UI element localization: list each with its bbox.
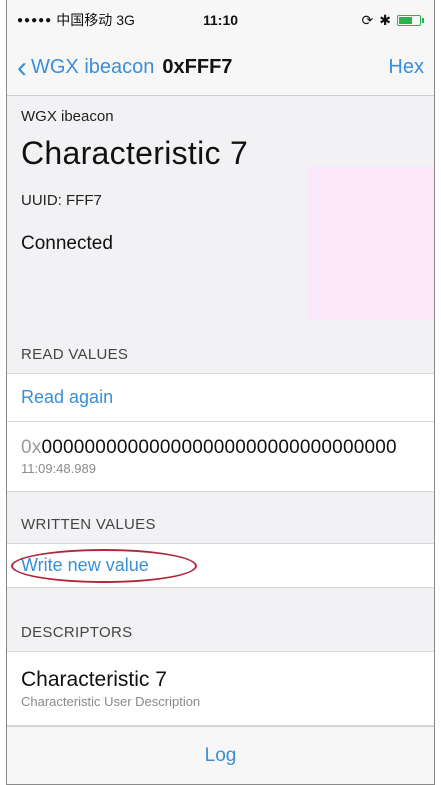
descriptor-row[interactable]: Characteristic 7 Characteristic User Des…: [7, 652, 434, 726]
annotation-circle: [11, 549, 197, 583]
log-button[interactable]: Log: [205, 745, 237, 767]
battery-icon: [397, 14, 421, 26]
section-descriptors: DESCRIPTORS: [7, 606, 434, 652]
back-button[interactable]: ‹ WGX ibeacon: [17, 50, 155, 84]
status-time: 11:10: [202, 12, 239, 28]
app-frame: ●●●●● 中国移动 3G 11:10 ⟳ ✱ ‹ WGX ibeacon 0x…: [6, 0, 435, 785]
hex-prefix: 0x: [21, 437, 42, 458]
section-read-values: READ VALUES: [7, 322, 434, 374]
bluetooth-icon: ✱: [379, 11, 391, 28]
status-icons: ⟳ ✱: [362, 12, 424, 29]
section-gap: [7, 588, 434, 606]
status-bar: ●●●●● 中国移动 3G 11:10 ⟳ ✱: [7, 0, 434, 40]
write-new-value-row[interactable]: Write new value: [7, 544, 434, 588]
hex-digits: 000000000000000000000000000000000: [41, 437, 397, 458]
hex-button[interactable]: Hex: [388, 56, 424, 79]
carrier-name: 中国移动: [56, 12, 113, 28]
characteristic-header: WGX ibeacon Characteristic 7 UUID: FFF7 …: [7, 96, 434, 322]
section-written-values: WRITTEN VALUES: [7, 510, 434, 544]
navigation-bar: ‹ WGX ibeacon 0xFFF7 Hex: [7, 40, 434, 96]
read-again-row[interactable]: Read again: [7, 374, 434, 422]
carrier-info: ●●●●● 中国移动 3G: [17, 10, 135, 30]
battery-tip: [422, 17, 424, 23]
network-type: 3G: [116, 12, 135, 28]
back-label: WGX ibeacon: [31, 56, 155, 78]
section-gap: [7, 492, 434, 510]
chevron-left-icon: ‹: [17, 50, 27, 84]
rotation-lock-icon: ⟳: [361, 11, 374, 28]
signal-strength-icon: ●●●●●: [17, 14, 53, 26]
descriptor-subtitle: Characteristic User Description: [21, 694, 201, 709]
read-timestamp: 11:09:48.989: [21, 461, 96, 476]
device-name: WGX ibeacon: [21, 108, 114, 125]
read-again-button[interactable]: Read again: [21, 387, 113, 408]
pink-overlay: [307, 166, 434, 320]
bottom-toolbar: Log: [7, 726, 434, 784]
hex-value: 0x000000000000000000000000000000000: [21, 437, 397, 459]
nav-title: 0xFFF7: [162, 56, 233, 78]
read-value-row: 0x000000000000000000000000000000000 11:0…: [7, 422, 434, 492]
descriptor-title: Characteristic 7: [21, 668, 167, 691]
